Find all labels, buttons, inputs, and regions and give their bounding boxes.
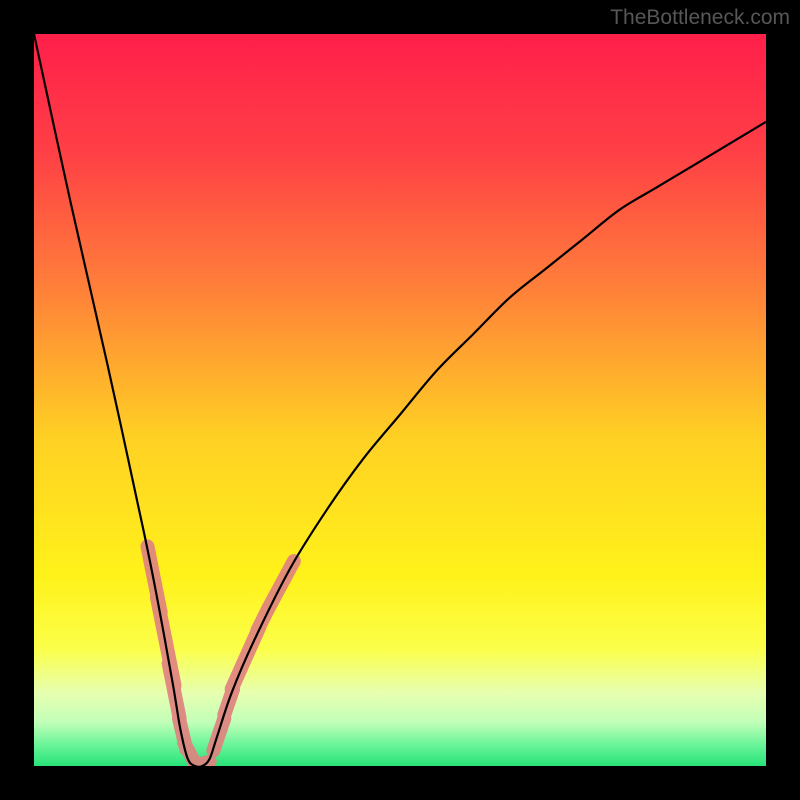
chart-canvas <box>34 34 766 766</box>
bottleneck-curve <box>34 34 766 766</box>
watermark-text: TheBottleneck.com <box>610 6 790 30</box>
chart-frame <box>34 34 766 766</box>
